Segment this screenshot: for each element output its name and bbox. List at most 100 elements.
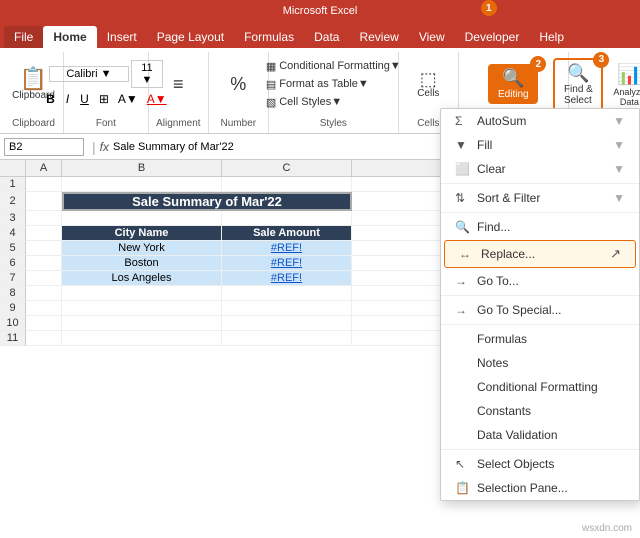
autosum-item[interactable]: Σ AutoSum ▼ [441,109,639,133]
number-btn[interactable]: % [220,73,256,95]
tab-home[interactable]: Home [43,26,96,48]
goto-item[interactable]: → Go To... [441,269,639,293]
cell-b8[interactable] [62,286,222,301]
cell-b4[interactable]: City Name [62,226,222,241]
watermark: wsxdn.com [582,523,632,534]
fill-icon: ▼ [455,138,471,152]
editing-label: Editing [498,89,529,100]
tab-formulas[interactable]: Formulas [234,26,304,48]
cell-a1[interactable] [26,177,62,192]
conditional-formatting-btn[interactable]: ▦ Conditional Formatting ▼ [260,58,407,75]
alignment-icon: ≡ [173,75,184,93]
row-num-4: 4 [0,226,26,241]
sep-5 [441,449,639,450]
select-objects-item[interactable]: ↖ Select Objects [441,452,639,476]
cell-styles-label: Cell Styles [279,96,331,108]
tab-view[interactable]: View [409,26,455,48]
row-num-2: 2 [0,192,26,211]
tab-developer[interactable]: Developer [455,26,530,48]
cell-styles-icon: ▧ [266,96,276,109]
notes-item[interactable]: Notes [441,351,639,375]
cell-a7[interactable] [26,271,62,286]
title-text: Microsoft Excel [283,5,358,17]
autosum-icon: Σ [455,114,471,128]
city-boston: Boston [124,257,158,269]
cell-a6[interactable] [26,256,62,271]
cell-b6[interactable]: Boston [62,256,222,271]
font-name-dropdown[interactable]: Calibri ▼ [49,66,129,82]
cell-c11[interactable] [222,331,352,346]
cell-b7[interactable]: Los Angeles [62,271,222,286]
formula-separator: | [92,139,96,155]
cell-c1[interactable] [222,177,352,192]
find-item[interactable]: 🔍 Find... [441,215,639,239]
underline-btn[interactable]: U [76,90,93,108]
cell-c9[interactable] [222,301,352,316]
cell-b5[interactable]: New York [62,241,222,256]
col-header-c[interactable]: C [222,160,352,176]
cell-b1[interactable] [62,177,222,192]
italic-btn[interactable]: I [62,90,73,108]
format-table-icon: ▤ [266,78,276,91]
conditional-formatting-icon: ▦ [266,60,276,73]
cell-c6[interactable]: #REF! [222,256,352,271]
clipboard-group-label: Clipboard [12,114,55,131]
cell-a4[interactable] [26,226,62,241]
editing-button[interactable]: 2 🔍 Editing [488,64,538,104]
cell-c8[interactable] [222,286,352,301]
cell-a3[interactable] [26,211,62,226]
cell-b2-merged[interactable]: Sale Summary of Mar'22 [62,192,352,211]
find-select-btn[interactable]: 3 🔍 Find &Select [553,58,603,111]
cell-b10[interactable] [62,316,222,331]
fill-item[interactable]: ▼ Fill ▼ [441,133,639,157]
cell-a10[interactable] [26,316,62,331]
fill-color-btn[interactable]: A▼ [115,91,141,107]
tab-page-layout[interactable]: Page Layout [147,26,234,48]
data-validation-item[interactable]: Data Validation [441,423,639,447]
goto-special-item[interactable]: → Go To Special... [441,298,639,322]
cell-b9[interactable] [62,301,222,316]
cell-c7[interactable]: #REF! [222,271,352,286]
replace-item[interactable]: ↔ Replace... ↗ [444,240,636,268]
find-icon: 🔍 [455,220,471,234]
tab-data[interactable]: Data [304,26,349,48]
bold-btn[interactable]: B [42,90,59,108]
border-btn[interactable]: ⊞ [96,91,112,107]
tab-insert[interactable]: Insert [97,26,147,48]
tab-review[interactable]: Review [349,26,408,48]
cells-btn[interactable]: ⬚ Cells [410,68,446,101]
ribbon-tabs: File Home Insert Page Layout Formulas Da… [0,22,640,48]
cell-b11[interactable] [62,331,222,346]
cell-a9[interactable] [26,301,62,316]
cell-a11[interactable] [26,331,62,346]
sort-filter-item[interactable]: ⇅ Sort & Filter ▼ [441,186,639,210]
cond-format-item[interactable]: Conditional Formatting [441,375,639,399]
cell-a5[interactable] [26,241,62,256]
analyze-data-btn[interactable]: 📊 AnalyzeData [607,60,640,109]
constants-item[interactable]: Constants [441,399,639,423]
cell-a2[interactable] [26,192,62,211]
alignment-btn[interactable]: ≡ [160,73,196,95]
cell-c10[interactable] [222,316,352,331]
selection-pane-item[interactable]: 📋 Selection Pane... [441,476,639,500]
clear-item[interactable]: ⬜ Clear ▼ [441,157,639,181]
goto-label: Go To... [477,274,519,288]
format-as-table-btn[interactable]: ▤ Format as Table ▼ [260,76,375,93]
tab-file[interactable]: File [4,26,43,48]
select-objects-label: Select Objects [477,457,554,471]
cell-b3[interactable] [62,211,222,226]
cond-format-item-label: Conditional Formatting [477,380,598,394]
cells-group-label: Cells [417,114,439,131]
cell-c5[interactable]: #REF! [222,241,352,256]
col-header-b[interactable]: B [62,160,222,176]
col-header-a[interactable]: A [26,160,62,176]
formulas-item[interactable]: Formulas [441,327,639,351]
cell-c3[interactable] [222,211,352,226]
cell-a8[interactable] [26,286,62,301]
cell-styles-btn[interactable]: ▧ Cell Styles ▼ [260,94,348,111]
cell-c4[interactable]: Sale Amount [222,226,352,241]
tab-help[interactable]: Help [529,26,574,48]
row-num-8: 8 [0,286,26,301]
name-box[interactable] [4,138,84,156]
goto-special-icon: → [455,303,471,317]
